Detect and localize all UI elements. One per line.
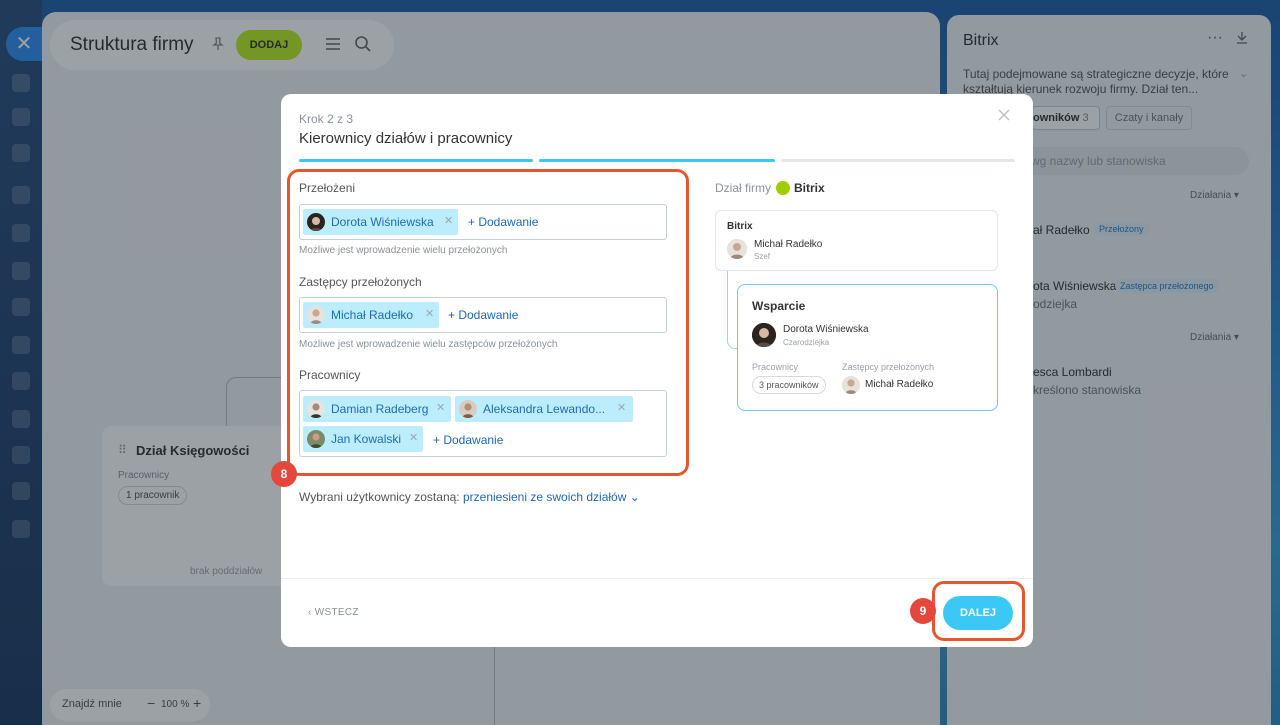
progress-segment-2 [539, 159, 775, 162]
avatar [752, 323, 776, 347]
new-department-card: Wsparcie Dorota Wiśniewska Czarodziejka … [737, 284, 998, 411]
back-button[interactable]: ‹ WSTECZ [308, 607, 359, 618]
chevron-left-icon: ‹ [308, 607, 312, 618]
annotation-number: 8 [271, 461, 297, 487]
step-progress [299, 159, 1015, 162]
firm-name: Bitrix [794, 181, 825, 195]
employees-count: 3 pracowników [752, 376, 826, 394]
head-name: Dorota Wiśniewska [783, 324, 869, 335]
parent-head-role: Szef [754, 252, 771, 261]
head-role: Czarodziejka [783, 338, 830, 347]
annotation-box [287, 169, 689, 476]
parent-department-title: Bitrix [727, 221, 753, 232]
annotation-number: 9 [910, 598, 936, 624]
parent-head-name: Michał Radełko [754, 239, 823, 250]
progress-segment-1 [299, 159, 533, 162]
deputies-label: Zastępcy przełożonych [842, 362, 935, 372]
avatar [727, 239, 747, 259]
parent-department-card: Bitrix Michał Radełko Szef [715, 210, 998, 271]
avatar [842, 376, 860, 394]
progress-segment-3 [781, 159, 1015, 162]
dialog-title: Kierownicy działów i pracownicy [299, 130, 513, 147]
move-mode-dropdown[interactable]: przeniesieni ze swoich działów ⌄ [463, 490, 640, 504]
annotation-box [932, 581, 1025, 641]
deputy-name: Michał Radełko [865, 379, 934, 390]
company-icon [776, 181, 790, 195]
move-users-note: Wybrani użytkownicy zostaną: przeniesien… [299, 490, 640, 504]
new-department-title: Wsparcie [752, 299, 806, 313]
step-indicator: Krok 2 z 3 [299, 112, 354, 126]
firm-department-label: Dział firmy [715, 181, 771, 195]
back-label: WSTECZ [314, 607, 359, 618]
employees-label: Pracownicy [752, 362, 799, 372]
close-icon[interactable] [997, 108, 1011, 122]
move-mode-label: przeniesieni ze swoich działów [462, 490, 627, 504]
move-note-prefix: Wybrani użytkownicy zostaną: [299, 490, 460, 504]
chevron-down-icon: ⌄ [629, 490, 640, 504]
